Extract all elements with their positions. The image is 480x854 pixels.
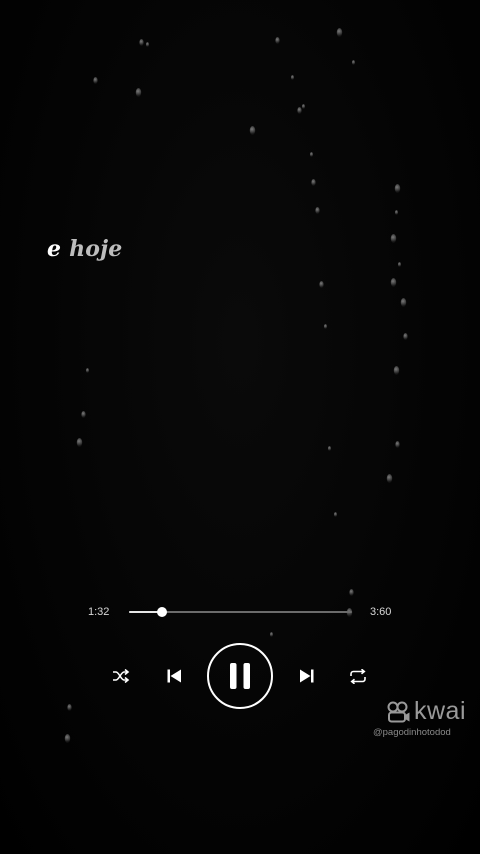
previous-button[interactable]: [163, 665, 185, 687]
lyric-caption: e hoje: [47, 236, 123, 262]
rain-drop: [390, 278, 397, 287]
kwai-logo-icon: [387, 701, 410, 722]
rain-drop: [403, 333, 408, 340]
rain-drop: [315, 207, 320, 214]
rain-drop: [334, 512, 337, 517]
rain-drop: [249, 126, 256, 135]
rain-drop: [67, 704, 72, 711]
rain-drop: [139, 39, 144, 46]
skip-previous-icon: [167, 669, 181, 683]
rain-drop: [395, 441, 400, 448]
rain-drop: [386, 474, 393, 483]
rain-drop: [352, 60, 355, 65]
rain-drop: [81, 411, 86, 418]
rain-drop: [395, 210, 398, 215]
rain-drop: [64, 734, 71, 743]
rain-drop: [394, 184, 401, 193]
rain-drop: [319, 281, 324, 288]
rain-drop: [146, 42, 149, 47]
rain-drop: [311, 179, 316, 186]
rain-drop: [349, 589, 354, 596]
shuffle-button[interactable]: [110, 666, 132, 686]
progress-bar[interactable]: [129, 607, 352, 617]
pause-button[interactable]: [207, 643, 273, 709]
creator-handle: @pagodinhotodod: [373, 727, 451, 738]
kwai-brand-text: kwai: [414, 697, 467, 725]
rain-drop: [76, 438, 83, 447]
rain-drop: [291, 75, 294, 80]
repeat-icon: [350, 668, 366, 684]
rain-drop: [135, 88, 142, 97]
rain-drop: [297, 107, 302, 114]
rain-drop: [324, 324, 327, 329]
skip-next-icon: [300, 669, 314, 683]
next-button[interactable]: [296, 665, 318, 687]
rain-drop: [393, 366, 400, 375]
repeat-button[interactable]: [347, 666, 369, 686]
total-time: 3:60: [370, 606, 392, 618]
rain-drop: [275, 37, 280, 44]
rain-drop: [328, 446, 331, 451]
rain-drop: [302, 104, 305, 109]
rain-drop: [310, 152, 313, 157]
rain-drop: [336, 28, 343, 37]
kwai-watermark: kwai: [387, 697, 466, 726]
video-screen[interactable]: e hoje 1:32 3:60 kwai @pagodinhotodod: [0, 0, 480, 854]
rain-drop: [390, 234, 397, 243]
current-time: 1:32: [88, 606, 110, 618]
shuffle-icon: [113, 669, 130, 683]
rain-drop: [398, 262, 401, 267]
progress-thumb[interactable]: [157, 607, 168, 617]
lyric-word-1: e: [47, 236, 62, 262]
rain-drop: [86, 368, 89, 373]
rain-drop: [400, 298, 407, 307]
rain-drop: [93, 77, 98, 84]
pause-icon: [230, 663, 250, 689]
lyric-word-2: hoje: [69, 236, 123, 262]
rain-drop: [270, 632, 273, 637]
